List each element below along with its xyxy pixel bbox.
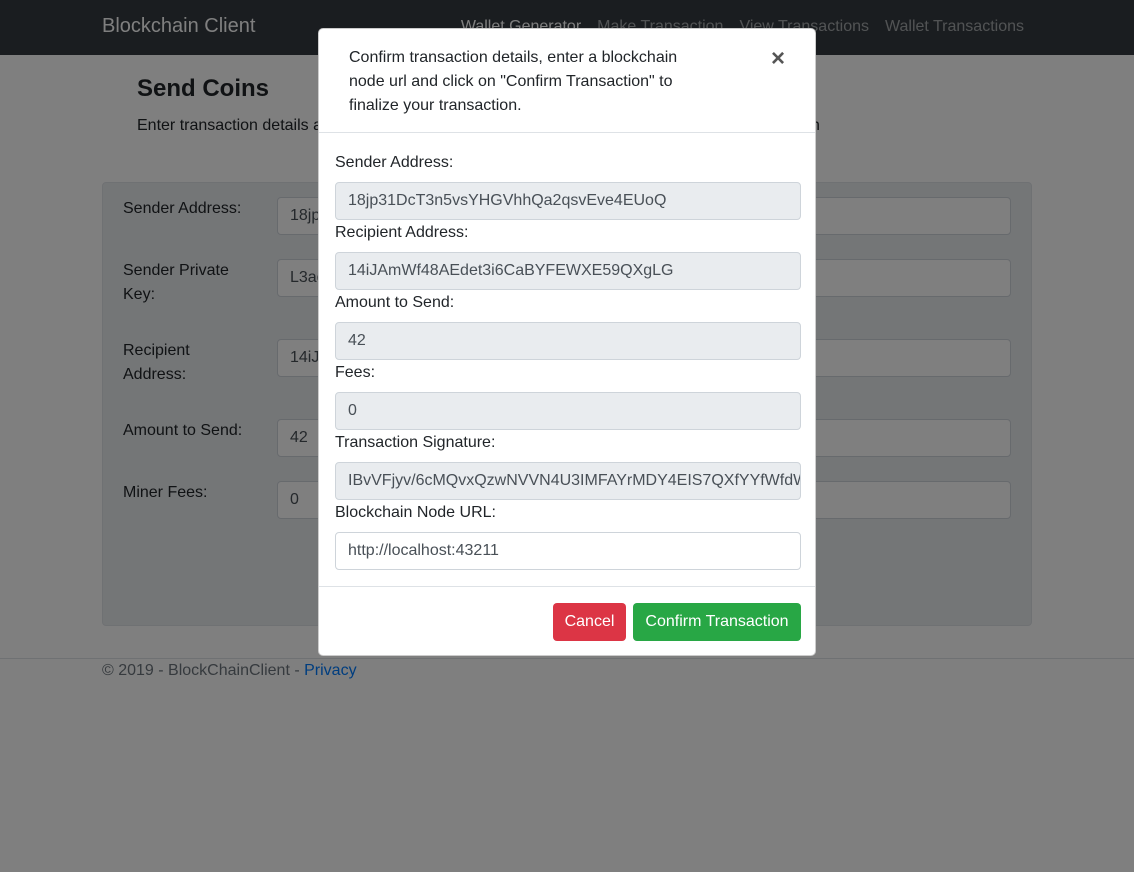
modal-signature-label: Transaction Signature: <box>335 434 496 451</box>
modal-recipient-address-field: 14iJAmWf48AEdet3i6CaBYFEWXE59QXgLG <box>335 252 801 290</box>
modal-signature-field: IBvVFjyv/6cMQvxQzwNVVN4U3IMFAYrMDY4EIS7Q… <box>335 462 801 500</box>
modal-sender-address-label: Sender Address: <box>335 154 454 171</box>
modal-amount-label: Amount to Send: <box>335 294 455 311</box>
modal-footer: Cancel Confirm Transaction <box>319 586 815 656</box>
modal-fees-field: 0 <box>335 392 801 430</box>
modal-fees-label: Fees: <box>335 364 376 381</box>
confirm-transaction-button[interactable]: Confirm Transaction <box>633 603 801 641</box>
close-icon[interactable]: × <box>771 47 785 71</box>
modal-node-url-label: Blockchain Node URL: <box>335 504 496 521</box>
confirm-transaction-modal: Confirm transaction details, enter a blo… <box>318 28 816 656</box>
modal-sender-address-field: 18jp31DcT3n5vsYHGVhhQa2qsvEve4EUoQ <box>335 182 801 220</box>
modal-header: Confirm transaction details, enter a blo… <box>319 29 815 133</box>
modal-amount-field: 42 <box>335 322 801 360</box>
modal-title: Confirm transaction details, enter a blo… <box>349 49 678 114</box>
modal-recipient-address-label: Recipient Address: <box>335 224 469 241</box>
cancel-button[interactable]: Cancel <box>553 603 626 641</box>
node-url-input[interactable]: http://localhost:43211 <box>335 532 801 570</box>
